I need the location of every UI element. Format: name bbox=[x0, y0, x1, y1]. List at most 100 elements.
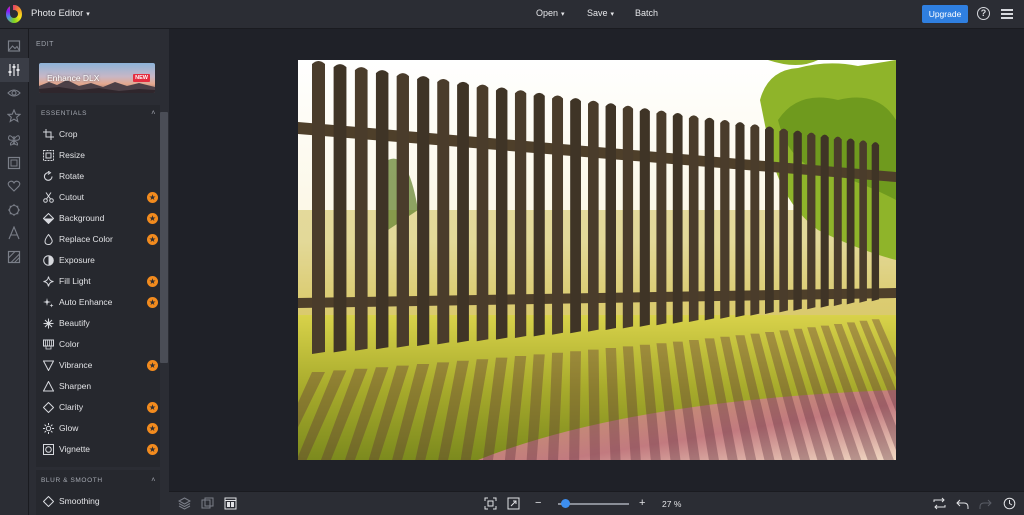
tool-label: Clarity bbox=[59, 402, 84, 412]
resize-icon bbox=[43, 150, 54, 161]
tool-resize[interactable]: Resize bbox=[36, 145, 160, 166]
chevron-down-icon: ▾ bbox=[610, 11, 615, 18]
heart-icon[interactable] bbox=[7, 179, 21, 193]
section-title: BLUR & SMOOTH bbox=[41, 477, 103, 484]
new-badge: NEW bbox=[133, 74, 150, 82]
app-title-dropdown[interactable]: Photo Editor ▾ bbox=[31, 8, 90, 19]
background-icon bbox=[43, 213, 54, 224]
tool-label: Sharpen bbox=[59, 381, 92, 391]
frame-icon[interactable] bbox=[7, 156, 21, 170]
tool-crop[interactable]: Crop bbox=[36, 124, 160, 145]
chevron-up-icon: ˄ bbox=[151, 110, 156, 117]
redo-icon[interactable] bbox=[979, 497, 992, 510]
tool-beautify[interactable]: Beautify bbox=[36, 313, 160, 334]
undo-icon[interactable] bbox=[956, 497, 969, 510]
expand-icon[interactable] bbox=[507, 497, 520, 510]
section-blur-smooth[interactable]: BLUR & SMOOTH ˄ bbox=[36, 472, 160, 490]
chevron-down-icon: ▾ bbox=[86, 11, 90, 18]
tool-label: Vignette bbox=[59, 444, 91, 454]
scissors-icon bbox=[43, 192, 54, 203]
upgrade-button[interactable]: Upgrade bbox=[922, 5, 968, 23]
star-icon[interactable] bbox=[6, 108, 22, 123]
butterfly-icon[interactable] bbox=[7, 133, 21, 147]
tool-label: Crop bbox=[59, 129, 78, 139]
tool-sharpen[interactable]: Sharpen bbox=[36, 376, 160, 397]
tool-background[interactable]: Background ★ bbox=[36, 208, 160, 229]
chevron-down-icon: ▾ bbox=[561, 11, 565, 18]
tool-label: Color bbox=[59, 339, 80, 349]
save-menu-label: Save bbox=[587, 8, 608, 18]
compare-icon[interactable] bbox=[201, 497, 214, 510]
save-menu[interactable]: Save ▾ bbox=[587, 8, 614, 18]
zoom-unit: % bbox=[673, 499, 682, 509]
hamburger-menu-icon[interactable] bbox=[1001, 9, 1013, 19]
beautify-icon bbox=[43, 318, 54, 329]
image-icon[interactable] bbox=[7, 39, 21, 53]
tool-label: Beautify bbox=[59, 318, 90, 328]
edit-panel: EDIT Enhance DLX NEW ESSENTIALS ˄ Crop R… bbox=[29, 29, 169, 515]
layout-icon[interactable] bbox=[224, 497, 237, 510]
texture-icon[interactable] bbox=[7, 250, 21, 264]
app-title-label: Photo Editor bbox=[31, 8, 84, 19]
text-icon[interactable] bbox=[7, 225, 21, 240]
tool-vibrance[interactable]: Vibrance ★ bbox=[36, 355, 160, 376]
sliders-icon[interactable] bbox=[0, 58, 29, 82]
app-logo-icon[interactable] bbox=[6, 3, 22, 23]
drop-icon bbox=[44, 234, 53, 245]
sparkle-icon bbox=[43, 298, 54, 308]
panel-scrollbar[interactable] bbox=[160, 112, 168, 363]
chevron-up-icon: ˄ bbox=[151, 477, 156, 484]
tool-vignette[interactable]: Vignette ★ bbox=[36, 439, 160, 460]
tool-label: Fill Light bbox=[59, 276, 91, 286]
premium-star-icon: ★ bbox=[147, 360, 158, 371]
tool-label: Exposure bbox=[59, 255, 95, 265]
premium-star-icon: ★ bbox=[147, 192, 158, 203]
smoothing-icon bbox=[43, 496, 54, 507]
category-rail bbox=[0, 29, 29, 515]
premium-star-icon: ★ bbox=[147, 234, 158, 245]
layers-icon[interactable] bbox=[178, 497, 191, 510]
glow-icon bbox=[43, 423, 54, 434]
batch-menu-label: Batch bbox=[635, 8, 659, 18]
tool-label: Vibrance bbox=[59, 360, 93, 370]
tool-label: Glow bbox=[59, 423, 79, 433]
fit-screen-icon[interactable] bbox=[484, 497, 497, 510]
eye-icon[interactable] bbox=[7, 86, 21, 100]
enhance-dlx-card[interactable]: Enhance DLX NEW bbox=[39, 63, 155, 93]
tool-label: Rotate bbox=[59, 171, 85, 181]
zoom-in-button[interactable]: + bbox=[639, 497, 645, 509]
help-icon[interactable]: ? bbox=[977, 7, 990, 20]
tool-cutout[interactable]: Cutout ★ bbox=[36, 187, 160, 208]
tool-replace-color[interactable]: Replace Color ★ bbox=[36, 229, 160, 250]
swap-icon[interactable] bbox=[933, 497, 946, 510]
tool-label: Resize bbox=[59, 150, 85, 160]
vignette-icon bbox=[43, 444, 54, 455]
fence-photo bbox=[298, 60, 896, 460]
tool-glow[interactable]: Glow ★ bbox=[36, 418, 160, 439]
tool-exposure[interactable]: Exposure bbox=[36, 250, 160, 271]
premium-star-icon: ★ bbox=[147, 402, 158, 413]
tool-label: Replace Color bbox=[59, 234, 113, 244]
sharpen-icon bbox=[43, 381, 54, 392]
section-essentials[interactable]: ESSENTIALS ˄ bbox=[36, 105, 160, 123]
tool-smoothing[interactable]: Smoothing bbox=[36, 491, 160, 512]
history-icon[interactable] bbox=[1003, 497, 1016, 510]
section-title: ESSENTIALS bbox=[41, 110, 88, 117]
open-menu[interactable]: Open ▾ bbox=[536, 8, 565, 18]
tool-color[interactable]: Color bbox=[36, 334, 160, 355]
tool-label: Auto Enhance bbox=[59, 297, 113, 307]
photo-canvas[interactable] bbox=[298, 60, 896, 460]
exposure-icon bbox=[43, 255, 54, 266]
tool-auto-enhance[interactable]: Auto Enhance ★ bbox=[36, 292, 160, 313]
tool-clarity[interactable]: Clarity ★ bbox=[36, 397, 160, 418]
batch-menu[interactable]: Batch bbox=[635, 8, 658, 18]
badge-icon[interactable] bbox=[7, 203, 21, 217]
rotate-icon bbox=[43, 171, 53, 181]
zoom-out-button[interactable]: − bbox=[535, 497, 541, 509]
zoom-slider-thumb[interactable] bbox=[560, 499, 570, 508]
tool-fill-light[interactable]: Fill Light ★ bbox=[36, 271, 160, 292]
tool-rotate[interactable]: Rotate bbox=[36, 166, 160, 187]
open-menu-label: Open bbox=[536, 8, 559, 18]
color-icon bbox=[43, 339, 54, 350]
tool-list: ESSENTIALS ˄ Crop Resize Rotate Cutout ★… bbox=[36, 105, 160, 515]
